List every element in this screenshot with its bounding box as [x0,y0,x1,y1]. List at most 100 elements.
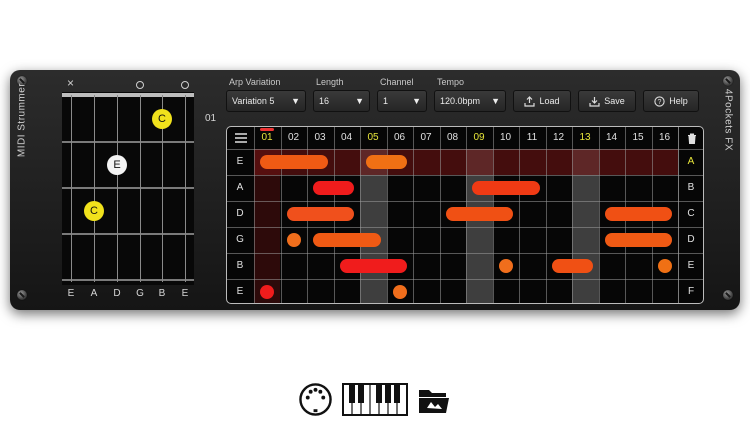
grid-line [227,227,703,228]
string-row-label: B [236,260,244,271]
grid-line [598,127,600,303]
tempo-value: 120.0bpm [440,96,481,106]
finger-dot[interactable]: C [84,201,104,221]
load-button[interactable]: Load [513,90,571,112]
length-label: Length [316,77,344,87]
step-number[interactable]: 11 [519,132,545,143]
note-block[interactable] [551,259,593,273]
screw-icon [723,76,733,86]
help-button[interactable]: ? Help [643,90,699,112]
string-name: D [113,288,121,299]
dropdown-arrow-icon: ▼ [412,96,421,106]
note-block[interactable] [472,181,540,195]
fret-line [62,187,194,189]
save-button[interactable]: Save [578,90,636,112]
open-string-icon [136,81,144,89]
step-number[interactable]: 06 [387,132,413,143]
dropdown-arrow-icon: ▼ [291,96,300,106]
step-number[interactable]: 09 [466,132,492,143]
string-row-label: D [236,208,244,219]
step-number[interactable]: 03 [307,132,333,143]
fret-line [62,233,194,235]
pattern-select-label[interactable]: C [678,208,703,219]
length-value: 16 [319,96,330,106]
pattern-select-label[interactable]: E [678,260,703,271]
note-block[interactable] [286,233,301,247]
channel-value: 1 [383,96,389,106]
grid-line [227,279,703,280]
channel-dropdown[interactable]: 1 ▼ [377,90,427,112]
string-row-label: G [236,234,244,245]
folder-icon[interactable] [418,386,450,419]
step-number[interactable]: 08 [440,132,466,143]
dropdown-arrow-icon: ▼ [355,96,364,106]
load-label: Load [539,96,560,106]
guitar-string [140,95,141,282]
pattern-select-label[interactable]: A [678,156,703,167]
step-number[interactable]: 15 [625,132,651,143]
note-block[interactable] [604,207,672,221]
note-block[interactable] [339,259,407,273]
menu-button[interactable] [227,127,254,149]
open-string-icon [181,81,189,89]
note-block[interactable] [313,181,354,195]
step-number[interactable]: 07 [413,132,439,143]
grid-line [519,127,520,303]
pattern-select-label[interactable]: D [678,234,703,245]
svg-text:?: ? [658,99,662,106]
tempo-label: Tempo [437,77,465,87]
note-block[interactable] [313,233,381,247]
step-number[interactable]: 04 [334,132,360,143]
screw-icon [17,290,27,300]
save-label: Save [604,96,625,106]
note-block[interactable] [392,285,407,299]
grid-line [572,127,573,303]
step-number[interactable]: 12 [546,132,572,143]
string-name: E [181,288,189,299]
grid-line [227,253,703,254]
guitar-string [185,95,186,282]
step-number[interactable]: 13 [572,132,598,143]
grid-line [360,127,361,303]
piano-keyboard-icon[interactable] [342,383,408,421]
step-number[interactable]: 02 [281,132,307,143]
pattern-grid[interactable]: 01 02 03 04 05 06 07 08 09 10 11 12 13 14 15 16 E A D G B E A… [226,126,704,304]
note-block[interactable] [366,155,407,169]
fret-line [62,141,194,143]
guitar-string [71,95,72,282]
dropdown-arrow-icon: ▼ [491,96,500,106]
finger-dot[interactable]: E [107,155,127,175]
guitar-string [117,95,118,282]
midi-din-icon[interactable] [299,383,332,421]
step-number[interactable]: 16 [652,132,678,143]
fret-position: 01 [205,113,217,124]
note-block[interactable] [445,207,513,221]
note-block[interactable] [498,259,513,273]
pattern-select-label[interactable]: F [678,286,703,297]
note-block[interactable] [260,285,274,299]
app-title: MIDI Strummer [16,82,28,158]
pattern-select-label[interactable]: B [678,182,703,193]
guitar-string [94,95,95,282]
note-block[interactable] [604,233,672,247]
grid-line [386,127,388,303]
upload-icon [524,95,536,107]
clear-button[interactable] [678,127,703,149]
note-block[interactable] [260,155,328,169]
note-block[interactable] [286,207,354,221]
length-dropdown[interactable]: 16 ▼ [313,90,370,112]
finger-dot[interactable]: C [152,109,172,129]
grid-line [413,127,414,303]
brand-title: 4Pockets FX [722,88,734,152]
string-row-label: E [236,156,244,167]
step-number[interactable]: 05 [360,132,386,143]
step-number[interactable]: 01 [254,132,280,143]
arp-variation-label: Arp Variation [229,77,281,87]
step-number[interactable]: 10 [493,132,519,143]
grid-line [227,201,703,202]
step-number[interactable]: 14 [599,132,625,143]
arp-variation-dropdown[interactable]: Variation 5 ▼ [226,90,306,112]
string-row-label: A [236,182,244,193]
note-block[interactable] [657,259,672,273]
tempo-dropdown[interactable]: 120.0bpm ▼ [434,90,506,112]
